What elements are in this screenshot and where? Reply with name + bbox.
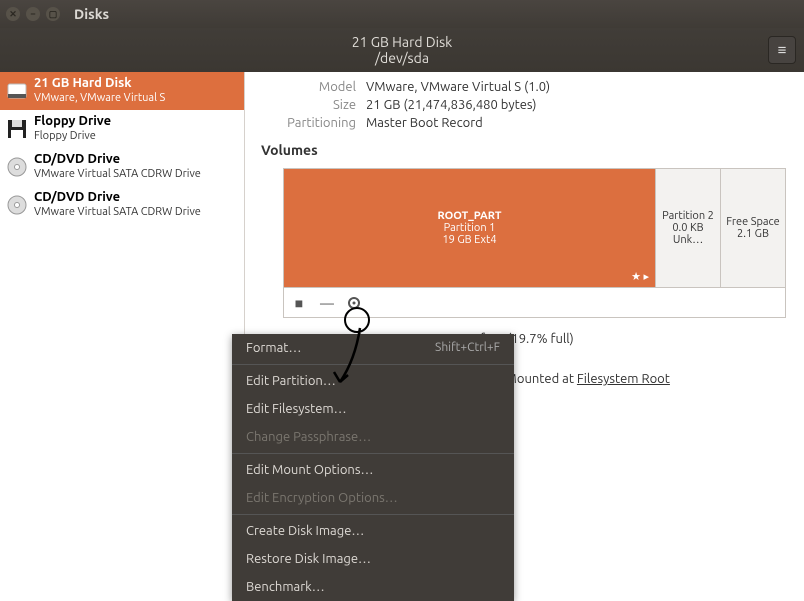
menu-label: Create Disk Image… [246,524,364,538]
menu-separator [232,453,514,454]
prop-val-model: VMware, VMware Virtual S (1.0) [366,80,788,94]
sidebar-item-title: 21 GB Hard Disk [34,76,165,91]
volume-cell-root[interactable]: ROOT_PART Partition 1 19 GB Ext4 ★ ▸ [284,169,655,287]
header-text: 21 GB Hard Disk /dev/sda [352,34,452,66]
sidebar-item-hard-disk[interactable]: 21 GB Hard Disk VMware, VMware Virtual S [0,72,244,110]
cd-icon [6,194,28,216]
unmount-button[interactable]: ■ [290,295,308,311]
prop-val-size: 21 GB (21,474,836,480 bytes) [366,98,788,112]
menu-label: Edit Mount Options… [246,463,373,477]
menu-item-benchmark[interactable]: Benchmark… [232,573,514,601]
sidebar-item-cddvd-2[interactable]: CD/DVD Drive VMware Virtual SATA CDRW Dr… [0,186,244,224]
filesystem-root-link[interactable]: Filesystem Root [577,372,670,386]
header-bar: 21 GB Hard Disk /dev/sda ≡ [0,28,804,72]
menu-item-restore-disk-image[interactable]: Restore Disk Image… [232,545,514,573]
close-window-button[interactable]: ✕ [6,7,20,21]
menu-label: Change Passphrase… [246,430,371,444]
prop-val-partitioning: Master Boot Record [366,116,788,130]
menu-label: Format… [246,341,301,355]
sidebar-item-title: CD/DVD Drive [34,152,201,167]
hamburger-button[interactable]: ≡ [768,36,796,64]
prop-label-partitioning: Partitioning [261,116,356,130]
prop-label-model: Model [261,80,356,94]
volume-size: 0.0 KB Unk… [656,222,720,246]
device-sidebar: 21 GB Hard Disk VMware, VMware Virtual S… [0,72,245,577]
prop-label-size: Size [261,98,356,112]
header-disk-label: 21 GB Hard Disk [352,34,452,50]
sidebar-item-floppy[interactable]: Floppy Drive Floppy Drive [0,110,244,148]
remove-button[interactable]: — [318,295,336,311]
sidebar-item-sub: Floppy Drive [34,129,111,144]
volume-label: Free Space [726,216,779,228]
volume-partition: Partition 1 [444,222,496,234]
menu-accel: Shift+Ctrl+F [435,341,500,355]
menu-label: Restore Disk Image… [246,552,371,566]
hamburger-icon: ≡ [778,41,787,59]
titlebar: ✕ – ▢ Disks [0,0,804,28]
disk-properties: Model VMware, VMware Virtual S (1.0) Siz… [261,80,788,130]
minimize-window-button[interactable]: – [26,7,40,21]
volume-star-icon: ★ ▸ [631,270,649,283]
sidebar-item-sub: VMware, VMware Virtual S [34,91,165,106]
annotation-arrow [310,320,380,400]
volumes-box: ROOT_PART Partition 1 19 GB Ext4 ★ ▸ Par… [283,168,786,318]
sidebar-item-title: Floppy Drive [34,114,111,129]
sidebar-item-sub: VMware Virtual SATA CDRW Drive [34,167,201,182]
volumes-grid: ROOT_PART Partition 1 19 GB Ext4 ★ ▸ Par… [284,169,785,287]
menu-item-edit-mount-options[interactable]: Edit Mount Options… [232,456,514,484]
window-title: Disks [74,6,109,22]
harddisk-icon [6,80,28,102]
volume-size: 2.1 GB [737,228,769,240]
sidebar-item-sub: VMware Virtual SATA CDRW Drive [34,205,201,220]
menu-separator [232,514,514,515]
menu-label: Benchmark… [246,580,325,594]
window-buttons: ✕ – ▢ [6,7,60,21]
header-disk-path: /dev/sda [352,50,452,66]
cd-icon [6,156,28,178]
menu-item-edit-encryption-options: Edit Encryption Options… [232,484,514,512]
sidebar-item-title: CD/DVD Drive [34,190,201,205]
menu-label: Edit Encryption Options… [246,491,398,505]
menu-item-change-passphrase: Change Passphrase… [232,423,514,451]
floppy-icon [6,118,28,140]
volumes-heading: Volumes [261,142,788,158]
sidebar-item-cddvd-1[interactable]: CD/DVD Drive VMware Virtual SATA CDRW Dr… [0,148,244,186]
maximize-window-button[interactable]: ▢ [46,7,60,21]
menu-item-create-disk-image[interactable]: Create Disk Image… [232,517,514,545]
volume-label: Partition 2 [662,210,714,222]
volume-size: 19 GB Ext4 [442,234,496,246]
volume-cell-p2[interactable]: Partition 2 0.0 KB Unk… [655,169,720,287]
menu-label: Edit Filesystem… [246,402,347,416]
volume-cell-free[interactable]: Free Space 2.1 GB [720,169,785,287]
volume-label: ROOT_PART [438,210,502,222]
